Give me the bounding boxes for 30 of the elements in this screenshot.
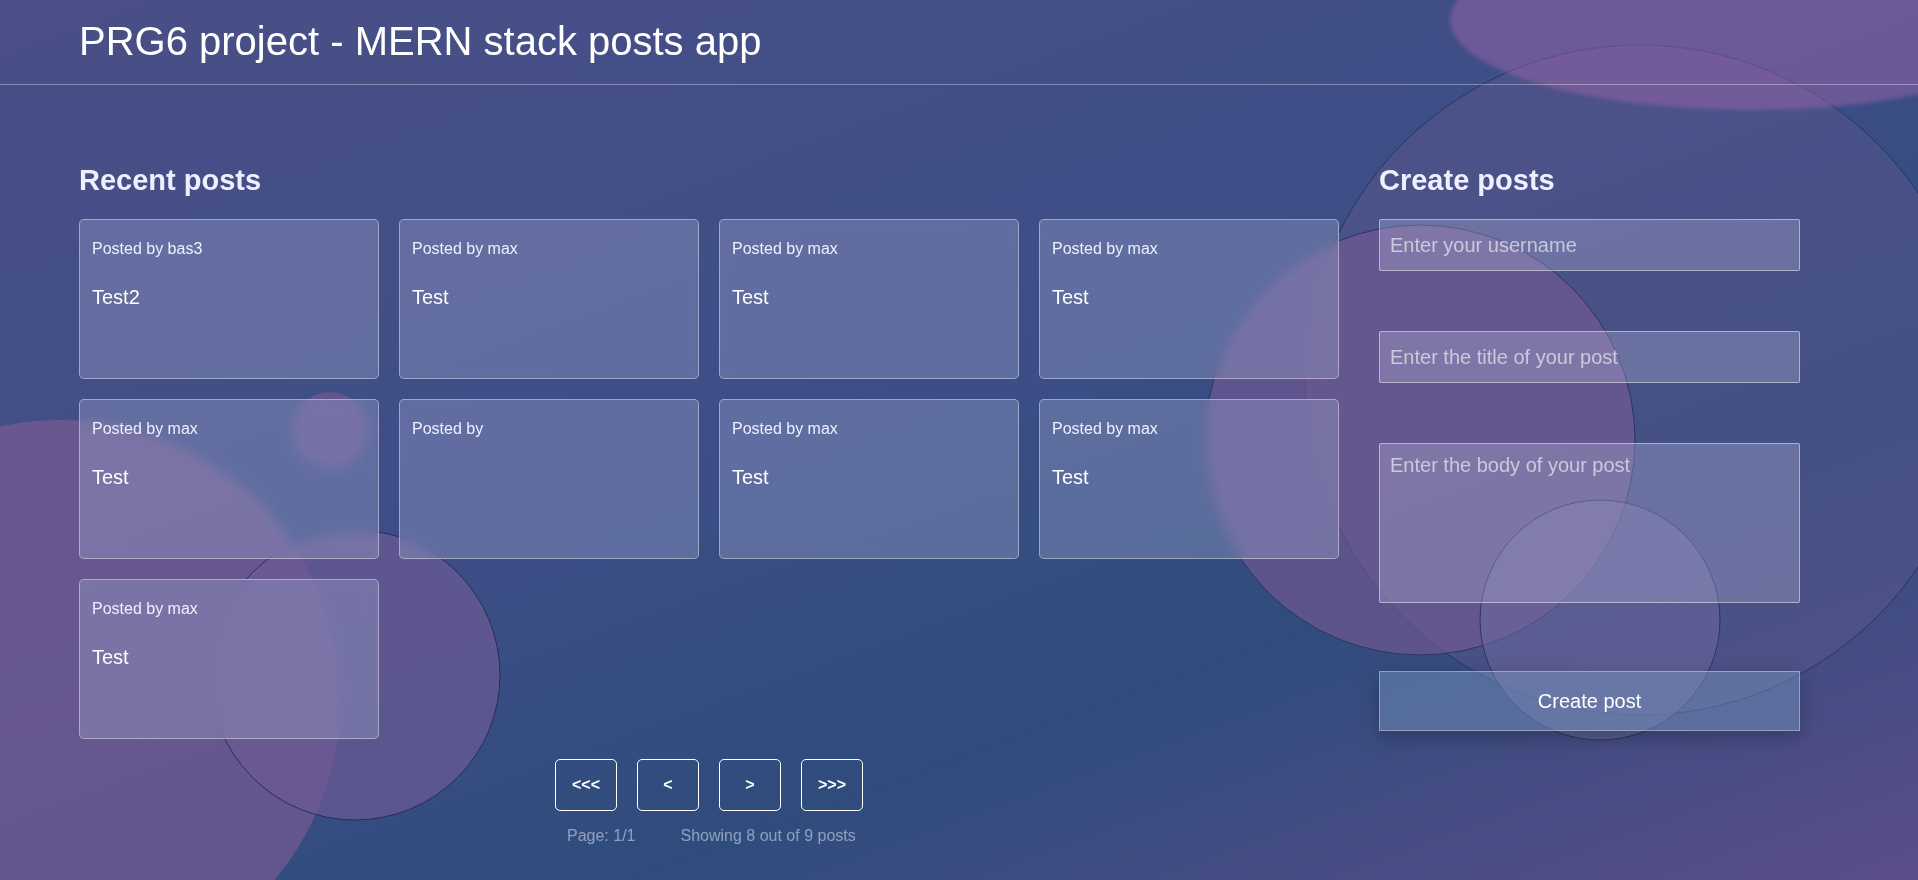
post-title: Test — [732, 466, 770, 489]
post-title: Test2 — [92, 286, 141, 309]
pagination-button[interactable]: <<< — [555, 759, 617, 811]
post-author: Posted by max — [412, 240, 519, 258]
post-title: Test — [92, 466, 130, 489]
section-heading: Recent posts — [79, 163, 263, 197]
pagination-button[interactable]: > — [719, 759, 781, 811]
textarea-field[interactable]: Enter the body of your post — [1379, 443, 1800, 603]
post-title: Test — [732, 286, 770, 309]
post-author: Posted by max — [92, 600, 199, 618]
post-author: Posted by max — [732, 420, 839, 438]
post-author: Posted by max — [92, 420, 199, 438]
post-author: Posted by max — [1052, 240, 1159, 258]
section-heading: Create posts — [1379, 163, 1556, 197]
create-post-button[interactable]: Create post — [1379, 671, 1800, 731]
post-author: Posted by max — [1052, 420, 1159, 438]
pagination-button[interactable]: >>> — [801, 759, 863, 811]
post-author: Posted by bas3 — [92, 240, 204, 258]
post-title: Test — [412, 286, 450, 309]
post-title: Test — [1052, 286, 1090, 309]
page-indicator: Page: 1/1 — [567, 827, 636, 845]
text-input-field[interactable]: Enter your username — [1379, 219, 1800, 271]
pagination-button[interactable]: < — [637, 759, 699, 811]
post-title: Test — [1052, 466, 1090, 489]
app-title: PRG6 project - MERN stack posts app — [79, 18, 762, 64]
text-input-field[interactable]: Enter the title of your post — [1379, 331, 1800, 383]
post-count: Showing 8 out of 9 posts — [680, 827, 856, 845]
post-author: Posted by max — [732, 240, 839, 258]
post-title: Test — [92, 646, 130, 669]
post-author: Posted by — [412, 420, 485, 438]
